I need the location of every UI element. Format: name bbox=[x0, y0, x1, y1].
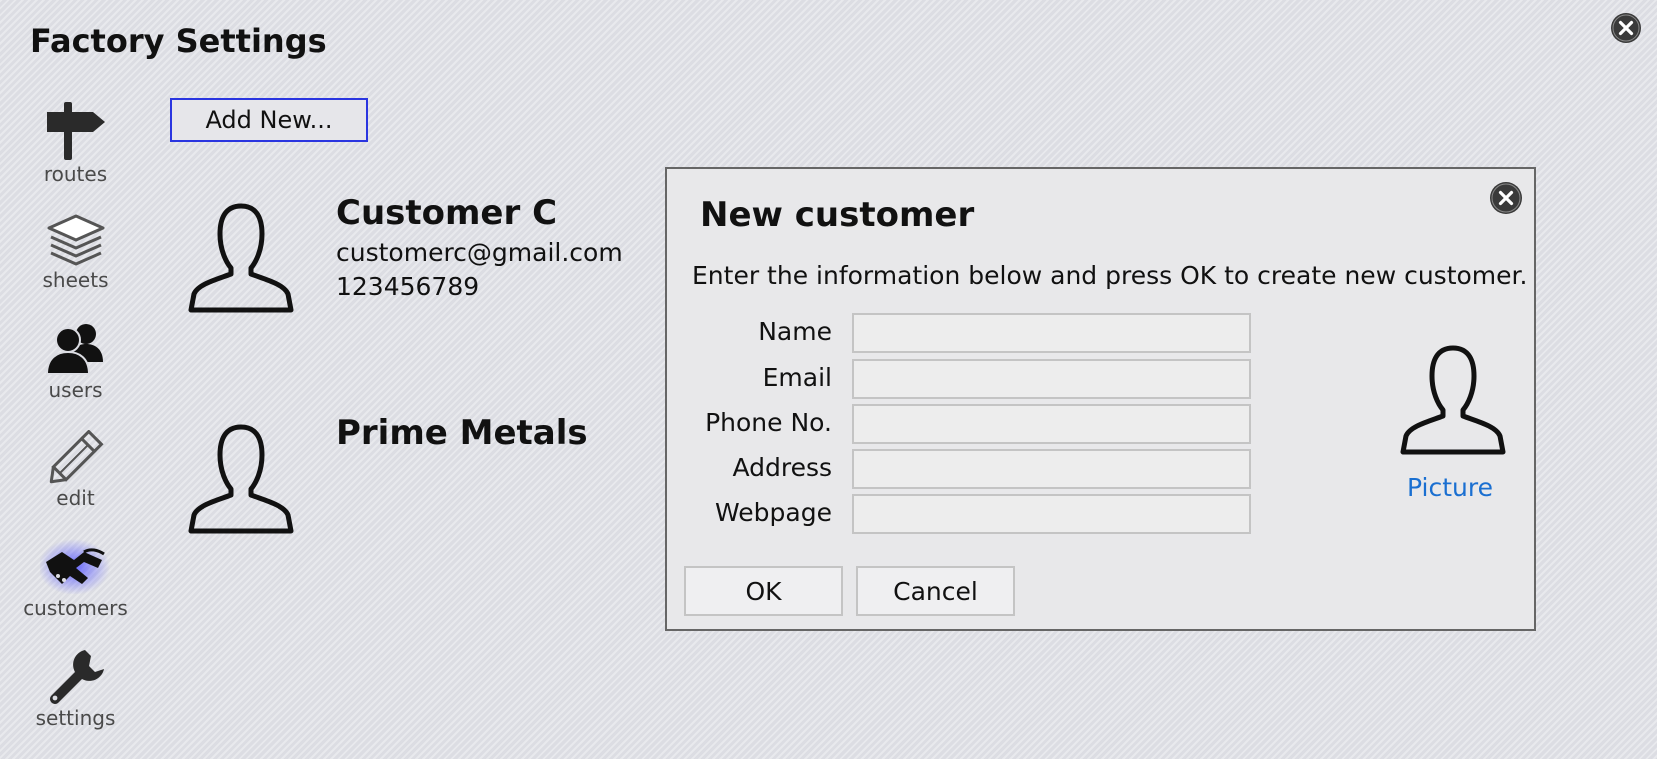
add-new-button[interactable]: Add New... bbox=[170, 98, 368, 142]
picture-placeholder-icon[interactable] bbox=[1400, 344, 1506, 456]
webpage-field[interactable] bbox=[852, 494, 1251, 534]
sidebar-item-settings[interactable]: settings bbox=[18, 646, 133, 730]
sidebar-item-customers[interactable]: customers bbox=[18, 538, 133, 620]
person-silhouette-icon bbox=[188, 203, 294, 313]
page-title: Factory Settings bbox=[30, 22, 327, 60]
sidebar-item-label: sheets bbox=[42, 268, 109, 292]
sidebar-item-sheets[interactable]: sheets bbox=[18, 214, 133, 292]
phone-field[interactable] bbox=[852, 404, 1251, 444]
wrench-icon bbox=[49, 650, 104, 704]
phone-label: Phone No. bbox=[705, 408, 832, 437]
sidebar-item-routes[interactable]: routes bbox=[18, 102, 133, 186]
dialog-title: New customer bbox=[700, 195, 975, 235]
sidebar-item-label: users bbox=[48, 378, 103, 402]
customer-email: customerc@gmail.com bbox=[336, 238, 623, 267]
new-customer-dialog: New customer Enter the information below… bbox=[665, 167, 1536, 631]
email-label: Email bbox=[762, 363, 832, 392]
pencil-icon bbox=[49, 430, 104, 484]
customer-name: Prime Metals bbox=[336, 413, 588, 453]
sidebar-item-edit[interactable]: edit bbox=[18, 430, 133, 510]
webpage-label: Webpage bbox=[715, 498, 832, 527]
signpost-icon bbox=[46, 102, 105, 160]
dialog-description: Enter the information below and press OK… bbox=[692, 261, 1528, 290]
customer-name: Customer C bbox=[336, 193, 558, 233]
users-icon bbox=[45, 324, 103, 375]
sidebar-item-label: routes bbox=[43, 162, 108, 186]
sidebar-item-users[interactable]: users bbox=[18, 320, 133, 402]
name-label: Name bbox=[758, 317, 832, 346]
email-field[interactable] bbox=[852, 359, 1251, 399]
person-silhouette-icon bbox=[188, 424, 294, 534]
cancel-button[interactable]: Cancel bbox=[856, 566, 1015, 616]
close-dialog-icon[interactable] bbox=[1489, 181, 1523, 215]
picture-link[interactable]: Picture bbox=[1407, 473, 1493, 502]
close-window-icon[interactable] bbox=[1610, 12, 1642, 44]
stack-icon bbox=[47, 214, 104, 266]
address-label: Address bbox=[732, 453, 832, 482]
sidebar-item-label: customers bbox=[23, 596, 128, 620]
address-field[interactable] bbox=[852, 449, 1251, 489]
ok-button[interactable]: OK bbox=[684, 566, 843, 616]
sidebar-item-label: settings bbox=[35, 706, 116, 730]
customer-phone: 123456789 bbox=[336, 272, 480, 301]
name-field[interactable] bbox=[852, 313, 1251, 353]
handshake-icon bbox=[39, 539, 110, 594]
sidebar-item-label: edit bbox=[56, 486, 95, 510]
